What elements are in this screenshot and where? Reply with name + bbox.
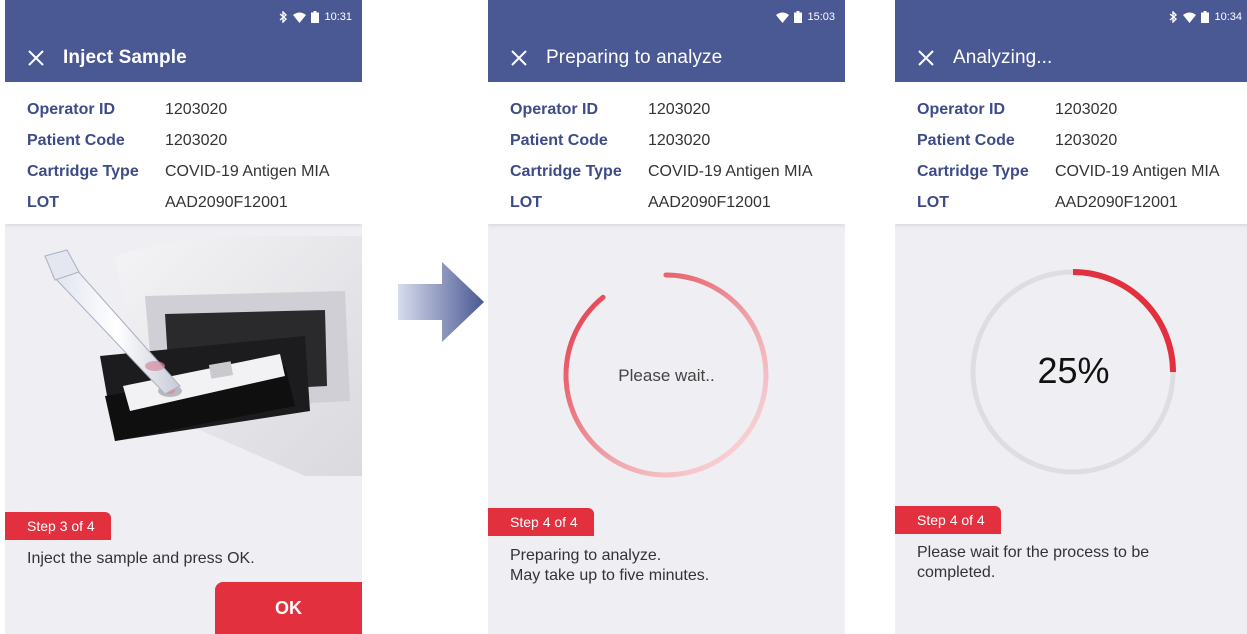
info-label: Operator ID <box>917 100 1006 118</box>
app-bar: Inject Sample <box>5 34 362 82</box>
info-value: AAD2090F12001 <box>1055 193 1178 211</box>
info-value: AAD2090F12001 <box>648 193 771 211</box>
loading-spinner: Please wait.. <box>488 262 845 482</box>
info-row-lot: LOT AAD2090F12001 <box>488 187 845 218</box>
info-value: COVID-19 Antigen MIA <box>648 162 813 180</box>
page-title: Preparing to analyze <box>546 47 723 68</box>
page-title: Inject Sample <box>63 47 187 68</box>
info-value: 1203020 <box>648 100 711 118</box>
close-icon[interactable] <box>27 49 45 67</box>
step-instruction: Inject the sample and press OK. <box>27 550 255 567</box>
screen-analyzing: 10:34 Analyzing... Operator ID 1203020 Pa… <box>895 0 1247 634</box>
sample-info-card: Operator ID 1203020 Patient Code 1203020 C… <box>895 82 1247 224</box>
close-icon[interactable] <box>510 49 528 67</box>
battery-icon <box>311 11 320 23</box>
wifi-icon <box>1183 12 1197 23</box>
bluetooth-icon <box>280 11 288 23</box>
info-row-operator: Operator ID 1203020 <box>5 94 362 125</box>
screen-inject-sample: 10:31 Inject Sample Operator ID 1203020 P… <box>5 0 362 634</box>
app-bar: Analyzing... <box>895 34 1247 82</box>
instruction-line: completed. <box>917 564 996 581</box>
info-row-lot: LOT AAD2090F12001 <box>5 187 362 218</box>
info-label: Operator ID <box>27 100 116 118</box>
info-label: Cartridge Type <box>27 162 139 180</box>
ok-button[interactable]: OK <box>215 582 362 634</box>
progress-percent: 25% <box>1037 350 1110 391</box>
close-icon[interactable] <box>917 49 935 67</box>
info-value: COVID-19 Antigen MIA <box>1055 162 1220 180</box>
page-title: Analyzing... <box>953 47 1053 68</box>
info-row-lot: LOT AAD2090F12001 <box>895 187 1247 218</box>
info-row-operator: Operator ID 1203020 <box>895 94 1247 125</box>
next-arrow-icon <box>398 262 484 342</box>
status-bar: 10:31 <box>5 0 362 34</box>
info-label: Cartridge Type <box>917 162 1029 180</box>
info-value: 1203020 <box>165 100 228 118</box>
info-row-patient: Patient Code 1203020 <box>895 125 1247 156</box>
status-time: 10:34 <box>1214 11 1242 23</box>
status-time: 10:31 <box>324 11 352 23</box>
instruction-line: Preparing to analyze. <box>510 547 662 564</box>
info-row-cartridge: Cartridge Type COVID-19 Antigen MIA <box>5 156 362 187</box>
info-label: Cartridge Type <box>510 162 622 180</box>
info-label: Operator ID <box>510 100 599 118</box>
step-instruction: Please wait for the process to be comple… <box>917 543 1149 583</box>
info-row-operator: Operator ID 1203020 <box>488 94 845 125</box>
screen-preparing: 15:03 Preparing to analyze Operator ID 12… <box>488 0 845 634</box>
info-row-patient: Patient Code 1203020 <box>488 125 845 156</box>
battery-icon <box>794 11 803 23</box>
info-value: 1203020 <box>1055 131 1118 149</box>
info-label: LOT <box>27 193 59 211</box>
instruction-line: Please wait for the process to be <box>917 544 1150 561</box>
info-label: Patient Code <box>27 131 125 149</box>
sample-info-card: Operator ID 1203020 Patient Code 1203020 C… <box>5 82 362 224</box>
info-value: 1203020 <box>648 131 711 149</box>
info-row-patient: Patient Code 1203020 <box>5 125 362 156</box>
status-bar: 15:03 <box>488 0 845 34</box>
info-value: AAD2090F12001 <box>165 193 288 211</box>
instruction-line: May take up to five minutes. <box>510 567 710 584</box>
info-value: COVID-19 Antigen MIA <box>165 162 330 180</box>
battery-icon <box>1201 11 1210 23</box>
info-row-cartridge: Cartridge Type COVID-19 Antigen MIA <box>895 156 1247 187</box>
wifi-icon <box>776 12 790 23</box>
status-time: 15:03 <box>807 11 835 23</box>
info-row-cartridge: Cartridge Type COVID-19 Antigen MIA <box>488 156 845 187</box>
app-bar: Preparing to analyze <box>488 34 845 82</box>
step-instruction: Preparing to analyze. May take up to fiv… <box>510 546 709 586</box>
wifi-icon <box>293 12 307 23</box>
progress-ring: 25% <box>895 262 1247 482</box>
step-badge: Step 4 of 4 <box>488 508 594 536</box>
inject-sample-illustration <box>44 236 362 476</box>
spinner-text: Please wait.. <box>618 366 715 385</box>
info-label: Patient Code <box>510 131 608 149</box>
info-value: 1203020 <box>165 131 228 149</box>
sample-info-card: Operator ID 1203020 Patient Code 1203020 C… <box>488 82 845 224</box>
bluetooth-icon <box>1170 11 1178 23</box>
step-badge: Step 4 of 4 <box>895 506 1001 534</box>
info-value: 1203020 <box>1055 100 1118 118</box>
info-label: LOT <box>917 193 949 211</box>
info-label: Patient Code <box>917 131 1015 149</box>
step-badge: Step 3 of 4 <box>5 512 111 540</box>
info-label: LOT <box>510 193 542 211</box>
status-bar: 10:34 <box>895 0 1247 34</box>
